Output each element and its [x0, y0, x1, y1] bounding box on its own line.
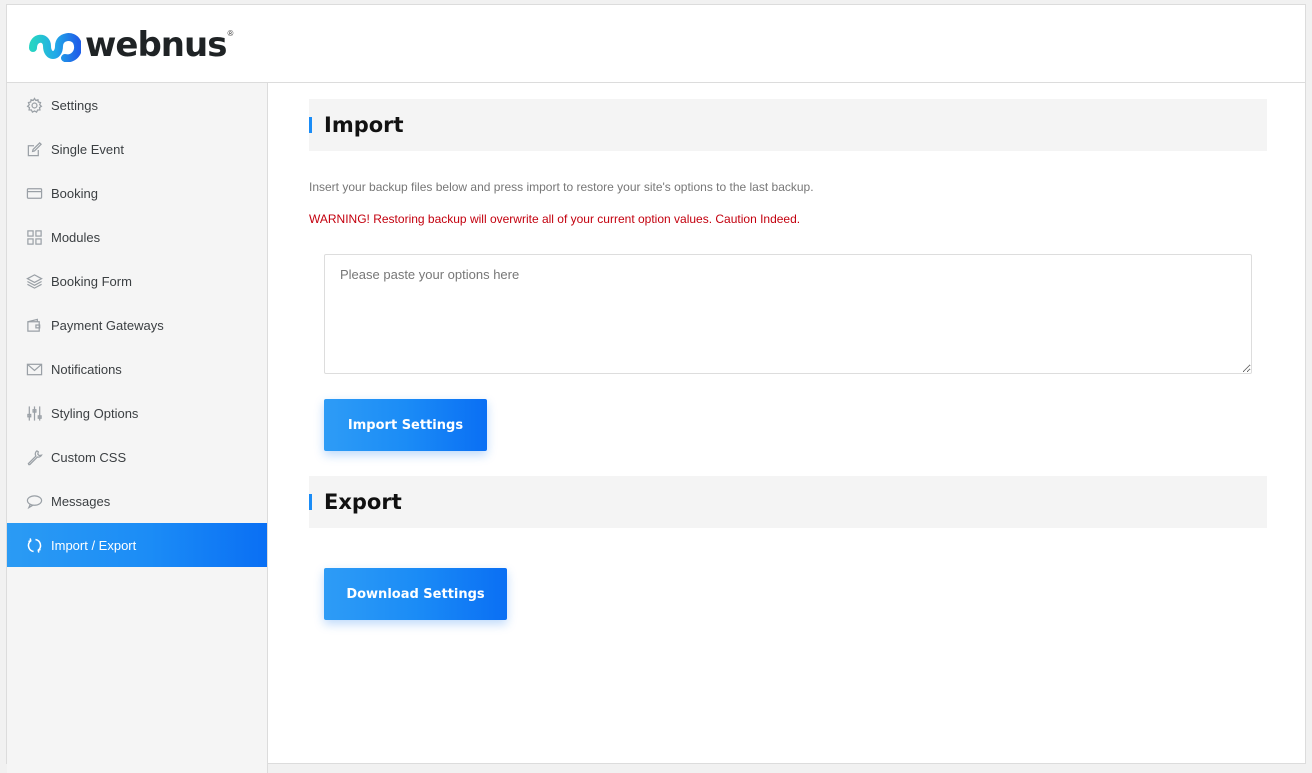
sidebar-item-notifications[interactable]: Notifications: [7, 347, 267, 391]
sidebar-item-styling-options[interactable]: Styling Options: [7, 391, 267, 435]
import-section-header: Import: [309, 99, 1267, 151]
sync-icon: [25, 536, 43, 554]
sidebar-item-label: Modules: [51, 229, 101, 245]
section-accent-bar: [309, 117, 312, 133]
sidebar-item-label: Styling Options: [51, 405, 139, 421]
main-content: Import Insert your backup files below an…: [309, 99, 1267, 620]
wrench-icon: [25, 448, 43, 466]
sidebar-item-label: Notifications: [51, 361, 122, 377]
logo-wordmark: webnus: [85, 25, 227, 65]
import-warning: WARNING! Restoring backup will overwrite…: [309, 212, 801, 226]
export-section-header: Export: [309, 476, 1267, 528]
envelope-icon: [25, 360, 43, 378]
sliders-icon: [25, 404, 43, 422]
sidebar-item-messages[interactable]: Messages: [7, 479, 267, 523]
sidebar: Settings Single Event Booking Modules Bo…: [7, 83, 268, 773]
grid-icon: [25, 228, 43, 246]
edit-icon: [25, 140, 43, 158]
sidebar-item-label: Single Event: [51, 141, 124, 157]
sidebar-item-modules[interactable]: Modules: [7, 215, 267, 259]
sidebar-item-settings[interactable]: Settings: [7, 83, 267, 127]
export-title: Export: [324, 490, 402, 514]
sidebar-item-label: Messages: [51, 493, 111, 509]
layers-icon: [25, 272, 43, 290]
card-icon: [25, 184, 43, 202]
sidebar-item-label: Booking Form: [51, 273, 132, 289]
import-textarea-wrap: [324, 254, 1252, 374]
import-title: Import: [324, 113, 404, 137]
sidebar-item-payment-gateways[interactable]: Payment Gateways: [7, 303, 267, 347]
gear-icon: [25, 96, 43, 114]
import-settings-button[interactable]: Import Settings: [324, 399, 487, 451]
sidebar-item-custom-css[interactable]: Custom CSS: [7, 435, 267, 479]
sidebar-item-label: Booking: [51, 185, 98, 201]
chat-bubble-icon: [25, 492, 43, 510]
section-accent-bar: [309, 494, 312, 510]
import-options-textarea[interactable]: [324, 254, 1252, 374]
sidebar-item-booking-form[interactable]: Booking Form: [7, 259, 267, 303]
app-frame: webnus ® Settings Single Event Booking M…: [6, 4, 1306, 773]
sidebar-item-booking[interactable]: Booking: [7, 171, 267, 215]
sidebar-item-label: Settings: [51, 97, 98, 113]
import-description: Insert your backup files below and press…: [309, 180, 814, 194]
sidebar-item-label: Custom CSS: [51, 449, 127, 465]
sidebar-item-import-export[interactable]: Import / Export: [7, 523, 267, 567]
sidebar-item-label: Payment Gateways: [51, 317, 164, 333]
registered-mark: ®: [227, 29, 234, 38]
webnus-logo-icon: [29, 33, 81, 62]
sidebar-item-single-event[interactable]: Single Event: [7, 127, 267, 171]
header: webnus ®: [7, 5, 1305, 83]
sidebar-item-label: Import / Export: [51, 537, 137, 553]
wallet-icon: [25, 316, 43, 334]
download-settings-button[interactable]: Download Settings: [324, 568, 507, 620]
webnus-logo[interactable]: webnus ®: [29, 25, 233, 65]
